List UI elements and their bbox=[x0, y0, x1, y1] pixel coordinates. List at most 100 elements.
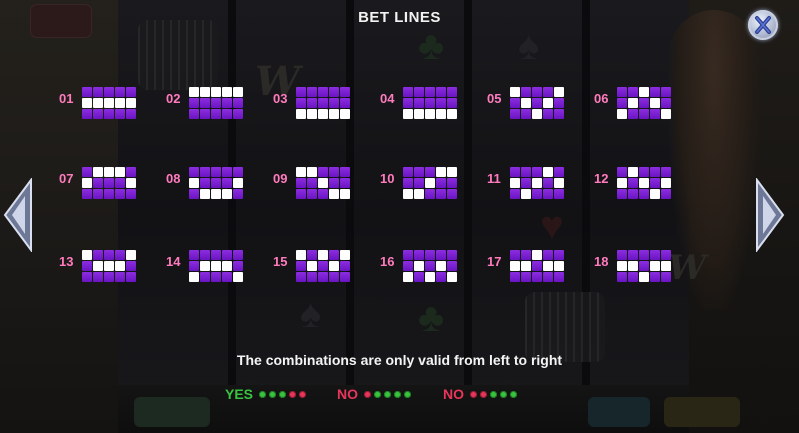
pattern-cell bbox=[510, 250, 520, 260]
pattern-cell-highlighted bbox=[189, 87, 199, 97]
pattern-cell bbox=[639, 98, 649, 108]
pattern-cell-highlighted bbox=[554, 178, 564, 188]
pattern-cell bbox=[318, 98, 328, 108]
pattern-cell bbox=[617, 87, 627, 97]
bet-line-pattern bbox=[617, 167, 671, 199]
bet-table-button bbox=[134, 397, 210, 427]
pattern-cell-highlighted bbox=[115, 167, 125, 177]
pattern-cell bbox=[447, 87, 457, 97]
pattern-cell bbox=[414, 87, 424, 97]
bet-line-pattern bbox=[403, 87, 457, 119]
pattern-cell bbox=[211, 109, 221, 119]
pattern-cell bbox=[639, 250, 649, 260]
pattern-cell bbox=[414, 272, 424, 282]
pattern-cell bbox=[617, 98, 627, 108]
pattern-cell-highlighted bbox=[425, 178, 435, 188]
pattern-cell bbox=[628, 272, 638, 282]
green-dot-icon bbox=[269, 390, 277, 398]
pattern-cell bbox=[104, 109, 114, 119]
pattern-cell bbox=[425, 261, 435, 271]
close-button[interactable] bbox=[748, 10, 778, 40]
pattern-cell bbox=[521, 87, 531, 97]
pattern-cell bbox=[104, 272, 114, 282]
bet-line-pattern bbox=[189, 167, 243, 199]
pattern-cell bbox=[318, 167, 328, 177]
pattern-cell-highlighted bbox=[340, 189, 350, 199]
pattern-cell bbox=[436, 87, 446, 97]
pattern-cell-highlighted bbox=[617, 178, 627, 188]
pattern-cell bbox=[639, 261, 649, 271]
pattern-cell bbox=[82, 87, 92, 97]
pattern-cell-highlighted bbox=[554, 87, 564, 97]
pattern-cell-highlighted bbox=[329, 261, 339, 271]
next-page-button[interactable] bbox=[755, 176, 785, 254]
bet-line-number: 14 bbox=[166, 254, 181, 269]
pattern-cell bbox=[340, 167, 350, 177]
green-dot-icon bbox=[394, 390, 401, 398]
pattern-cell bbox=[617, 189, 627, 199]
green-dot-icon bbox=[279, 390, 287, 398]
pattern-cell bbox=[222, 98, 232, 108]
pattern-cell-highlighted bbox=[425, 272, 435, 282]
bet-line-15: 15 bbox=[273, 250, 373, 302]
pattern-cell bbox=[403, 98, 413, 108]
pattern-cell bbox=[189, 98, 199, 108]
pattern-cell bbox=[189, 250, 199, 260]
pattern-cell-highlighted bbox=[521, 98, 531, 108]
pattern-cell bbox=[436, 178, 446, 188]
pattern-cell-highlighted bbox=[628, 261, 638, 271]
pattern-cell bbox=[115, 250, 125, 260]
pattern-cell bbox=[189, 109, 199, 119]
pattern-cell bbox=[403, 261, 413, 271]
pattern-cell bbox=[200, 178, 210, 188]
green-dot-icon bbox=[510, 390, 517, 398]
pattern-cell bbox=[211, 250, 221, 260]
bet-line-number: 12 bbox=[594, 171, 609, 186]
pattern-cell bbox=[126, 272, 136, 282]
pattern-cell-highlighted bbox=[307, 109, 317, 119]
pattern-cell bbox=[307, 87, 317, 97]
pattern-cell bbox=[200, 98, 210, 108]
bet-line-04: 04 bbox=[380, 87, 480, 139]
pattern-cell-highlighted bbox=[211, 261, 221, 271]
pattern-cell-highlighted bbox=[115, 98, 125, 108]
pattern-cell-highlighted bbox=[436, 109, 446, 119]
pattern-cell bbox=[126, 189, 136, 199]
pattern-cell bbox=[93, 250, 103, 260]
pattern-cell bbox=[307, 250, 317, 260]
bet-line-pattern bbox=[403, 167, 457, 199]
pattern-cell bbox=[126, 167, 136, 177]
pattern-cell bbox=[650, 87, 660, 97]
bet-line-pattern bbox=[617, 87, 671, 119]
pattern-cell bbox=[200, 109, 210, 119]
pattern-cell-highlighted bbox=[296, 109, 306, 119]
pattern-cell-highlighted bbox=[543, 261, 553, 271]
pattern-cell bbox=[329, 272, 339, 282]
pattern-cell-highlighted bbox=[82, 98, 92, 108]
pattern-cell-highlighted bbox=[639, 87, 649, 97]
pattern-cell-highlighted bbox=[650, 261, 660, 271]
pattern-cell-highlighted bbox=[340, 109, 350, 119]
pattern-cell-highlighted bbox=[222, 87, 232, 97]
pattern-cell-highlighted bbox=[414, 189, 424, 199]
green-dot-icon bbox=[374, 390, 381, 398]
pattern-cell bbox=[82, 189, 92, 199]
pattern-cell-highlighted bbox=[403, 189, 413, 199]
pattern-cell bbox=[661, 98, 671, 108]
pattern-cell bbox=[543, 109, 553, 119]
pattern-cell bbox=[403, 167, 413, 177]
pattern-cell-highlighted bbox=[189, 272, 199, 282]
bet-line-13: 13 bbox=[59, 250, 159, 302]
pattern-cell bbox=[211, 272, 221, 282]
bet-line-number: 13 bbox=[59, 254, 74, 269]
pattern-cell bbox=[510, 167, 520, 177]
pattern-cell bbox=[296, 178, 306, 188]
pattern-cell-highlighted bbox=[554, 261, 564, 271]
red-dot-icon bbox=[289, 390, 297, 398]
pattern-cell bbox=[510, 272, 520, 282]
bet-line-pattern bbox=[403, 250, 457, 282]
previous-page-button[interactable] bbox=[3, 176, 33, 254]
pattern-cell bbox=[329, 98, 339, 108]
pattern-cell bbox=[628, 109, 638, 119]
bet-line-10: 10 bbox=[380, 167, 480, 219]
